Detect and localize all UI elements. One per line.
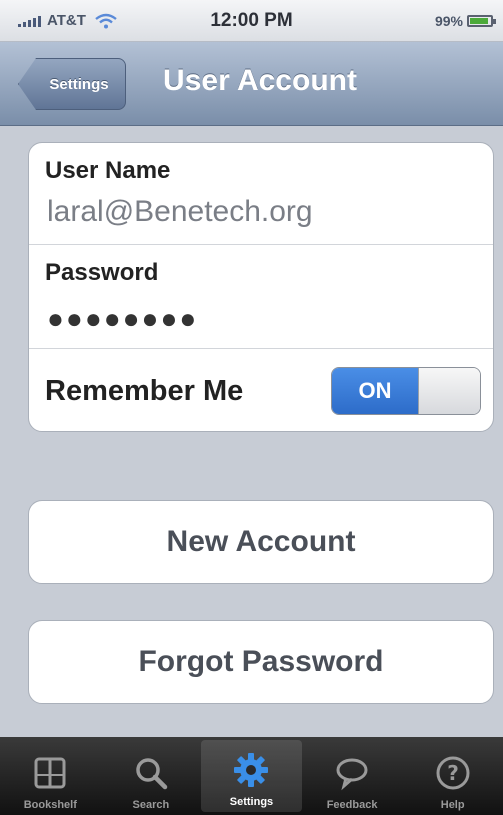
book-icon — [34, 757, 66, 789]
tab-feedback[interactable]: Feedback — [302, 737, 403, 815]
tab-label: Settings — [229, 796, 274, 808]
tab-label: Search — [132, 799, 170, 811]
tab-help[interactable]: ? Help — [402, 737, 503, 815]
tab-search[interactable]: Search — [101, 737, 202, 815]
remember-me-cell: Remember Me ON — [29, 349, 493, 431]
remember-me-toggle[interactable]: ON — [331, 367, 481, 415]
back-button-settings[interactable]: Settings — [18, 58, 126, 110]
search-icon — [136, 758, 168, 790]
toggle-on-label: ON — [332, 368, 418, 414]
help-icon: ? — [436, 756, 470, 790]
tab-bookshelf[interactable]: Bookshelf — [0, 737, 101, 815]
status-right: 99% — [434, 13, 496, 29]
username-input[interactable] — [47, 195, 477, 229]
svg-text:?: ? — [447, 761, 459, 785]
gear-icon — [234, 753, 269, 787]
username-label: User Name — [45, 157, 171, 184]
new-account-button[interactable]: New Account — [28, 500, 494, 584]
status-time: 12:00 PM — [210, 10, 293, 31]
password-label: Password — [45, 259, 159, 286]
tab-label: Bookshelf — [23, 799, 77, 811]
password-input[interactable]: ●●●●●●●● — [47, 303, 477, 335]
navigation-bar: Settings User Account — [0, 42, 503, 126]
toggle-knob — [418, 368, 480, 414]
battery-percent: 99% — [434, 13, 463, 29]
battery-icon — [467, 15, 496, 27]
speech-bubble-icon — [336, 758, 368, 791]
password-cell: Password ●●●●●●●● — [29, 245, 493, 349]
tab-label: Help — [440, 799, 465, 811]
page-title: User Account — [163, 64, 357, 97]
remember-me-label: Remember Me — [45, 375, 244, 407]
tab-label: Feedback — [326, 799, 378, 811]
forgot-password-button[interactable]: Forgot Password — [28, 620, 494, 704]
account-form-group: User Name Password ●●●●●●●● Remember Me … — [28, 142, 494, 432]
status-bar: AT&T 12:00 PM 99% — [0, 0, 503, 42]
tab-settings[interactable]: Settings — [201, 740, 302, 812]
tab-bar: Bookshelf Search Settings Feedback ? Hel… — [0, 737, 503, 815]
username-cell: User Name — [29, 143, 493, 245]
